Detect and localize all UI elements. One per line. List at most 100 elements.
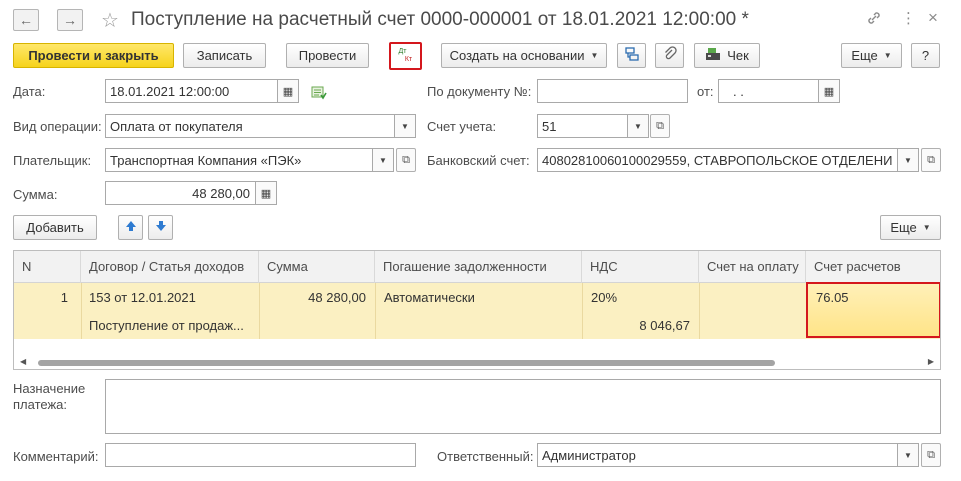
bank-account-value: 40802810060100029559, СТАВРОПОЛЬСКОЕ ОТД… — [542, 152, 892, 168]
structure-button[interactable] — [617, 43, 646, 68]
column-header-invoice[interactable]: Счет на оплату — [699, 251, 806, 283]
payment-purpose-field[interactable] — [105, 379, 941, 434]
operation-select[interactable]: Оплата от покупателя ▼ — [105, 114, 416, 138]
back-button[interactable]: ← — [13, 9, 39, 31]
star-icon[interactable]: ☆ — [101, 8, 119, 33]
cell-repayment[interactable]: Автоматически — [384, 290, 475, 305]
open-account-button[interactable]: ⧉ — [650, 114, 670, 138]
link-icon[interactable] — [866, 10, 882, 30]
save-button[interactable]: Записать — [183, 43, 266, 68]
add-row-button[interactable]: Добавить — [13, 215, 97, 240]
cell-contract[interactable]: 153 от 12.01.2021 — [89, 290, 196, 305]
arrow-right-icon: → — [63, 12, 77, 28]
cell-settlement-account[interactable]: 76.05 — [806, 282, 940, 338]
attach-button[interactable] — [655, 43, 684, 68]
forward-button[interactable]: → — [57, 9, 83, 31]
scroll-right-icon[interactable]: ▶ — [928, 357, 934, 366]
column-divider — [81, 283, 82, 339]
column-header-vat[interactable]: НДС — [582, 251, 699, 283]
check-button[interactable]: Чек — [694, 43, 760, 68]
more-button[interactable]: Еще ▼ — [841, 43, 902, 68]
column-header-repayment[interactable]: Погашение задолженности — [375, 251, 582, 283]
column-header-n[interactable]: N — [14, 251, 81, 283]
page-title: Поступление на расчетный счет 0000-00000… — [131, 9, 749, 30]
chevron-down-icon: ▼ — [590, 51, 599, 60]
arrow-up-icon — [125, 220, 137, 235]
close-icon[interactable]: × — [928, 8, 938, 28]
column-header-settlement-account[interactable]: Счет расчетов — [806, 251, 940, 283]
comment-field[interactable] — [105, 443, 416, 467]
post-button[interactable]: Провести — [286, 43, 369, 68]
payer-value: Транспортная Компания «ПЭК» — [110, 152, 302, 168]
bank-account-select[interactable]: 40802810060100029559, СТАВРОПОЛЬСКОЕ ОТД… — [537, 148, 919, 172]
open-responsible-button[interactable]: ⧉ — [921, 443, 941, 467]
account-select[interactable]: 51 ▼ — [537, 114, 649, 138]
dt-label: Дт — [398, 48, 407, 55]
calculator-icon[interactable]: ▦ — [255, 182, 276, 204]
open-icon: ⧉ — [402, 153, 410, 166]
hierarchy-icon — [624, 46, 640, 65]
move-up-button[interactable] — [118, 215, 143, 240]
sum-value: 48 280,00 — [192, 185, 250, 201]
cell-sum[interactable]: 48 280,00 — [308, 290, 366, 305]
doc-number-label: По документу №: — [427, 84, 532, 99]
operation-value: Оплата от покупателя — [110, 118, 243, 134]
doc-date-value: . . — [733, 83, 744, 99]
cash-register-icon — [705, 47, 721, 64]
column-header-contract[interactable]: Договор / Статья доходов — [81, 251, 259, 283]
horizontal-scrollbar[interactable]: ◀ ▶ — [14, 355, 940, 369]
calendar-icon[interactable]: ▦ — [277, 80, 298, 102]
open-bank-account-button[interactable]: ⧉ — [921, 148, 941, 172]
scroll-left-icon[interactable]: ◀ — [20, 357, 26, 366]
account-label: Счет учета: — [427, 119, 497, 134]
table-more-button[interactable]: Еще ▼ — [880, 215, 941, 240]
chevron-down-icon: ▼ — [883, 51, 892, 60]
open-icon: ⧉ — [656, 119, 664, 132]
chevron-down-icon[interactable]: ▼ — [372, 149, 393, 171]
chevron-down-icon[interactable]: ▼ — [394, 115, 415, 137]
column-header-sum[interactable]: Сумма — [259, 251, 375, 283]
kt-label: Кт — [404, 56, 413, 63]
check-label: Чек — [727, 48, 749, 63]
post-and-close-button[interactable]: Провести и закрыть — [13, 43, 174, 68]
table-row[interactable]: 1 153 от 12.01.2021 Поступление от прода… — [14, 283, 940, 339]
more-vertical-icon[interactable]: ⋮ — [901, 9, 916, 27]
cell-n: 1 — [60, 290, 68, 305]
purpose-label-line2: платежа: — [13, 397, 67, 412]
dt-kt-button[interactable]: Дт Кт — [389, 42, 422, 70]
doc-date-label: от: — [697, 84, 714, 99]
arrow-left-icon: ← — [19, 12, 33, 28]
help-button[interactable]: ? — [911, 43, 940, 68]
chevron-down-icon: ▼ — [922, 223, 931, 232]
create-based-on-label: Создать на основании — [449, 48, 585, 63]
table-header: N Договор / Статья доходов Сумма Погашен… — [14, 251, 940, 283]
doc-number-field[interactable] — [537, 79, 688, 103]
cell-vat-rate[interactable]: 20% — [591, 290, 617, 305]
cell-article[interactable]: Поступление от продаж... — [89, 318, 244, 333]
date-field[interactable]: 18.01.2021 12:00:00 ▦ — [105, 79, 299, 103]
open-payer-button[interactable]: ⧉ — [396, 148, 416, 172]
open-icon: ⧉ — [927, 448, 935, 461]
chevron-down-icon[interactable]: ▼ — [897, 444, 918, 466]
date-label: Дата: — [13, 84, 46, 99]
sum-field[interactable]: 48 280,00 ▦ — [105, 181, 277, 205]
table-more-label: Еще — [890, 220, 917, 235]
responsible-select[interactable]: Администратор ▼ — [537, 443, 919, 467]
scrollbar-thumb[interactable] — [38, 360, 775, 366]
document-status-icon[interactable] — [311, 86, 327, 103]
payments-table: N Договор / Статья доходов Сумма Погашен… — [13, 250, 941, 370]
calendar-icon[interactable]: ▦ — [818, 80, 839, 102]
chevron-down-icon[interactable]: ▼ — [897, 149, 918, 171]
doc-date-field[interactable]: . . ▦ — [718, 79, 840, 103]
create-based-on-button[interactable]: Создать на основании ▼ — [441, 43, 607, 68]
purpose-label-line1: Назначение — [13, 381, 86, 396]
payer-label: Плательщик: — [13, 153, 92, 168]
more-label: Еще — [851, 48, 878, 63]
bank-account-label: Банковский счет: — [427, 153, 530, 168]
cell-vat-sum[interactable]: 8 046,67 — [639, 318, 690, 333]
open-icon: ⧉ — [927, 153, 935, 166]
chevron-down-icon[interactable]: ▼ — [627, 115, 648, 137]
move-down-button[interactable] — [148, 215, 173, 240]
responsible-label: Ответственный: — [437, 449, 534, 464]
payer-select[interactable]: Транспортная Компания «ПЭК» ▼ — [105, 148, 394, 172]
